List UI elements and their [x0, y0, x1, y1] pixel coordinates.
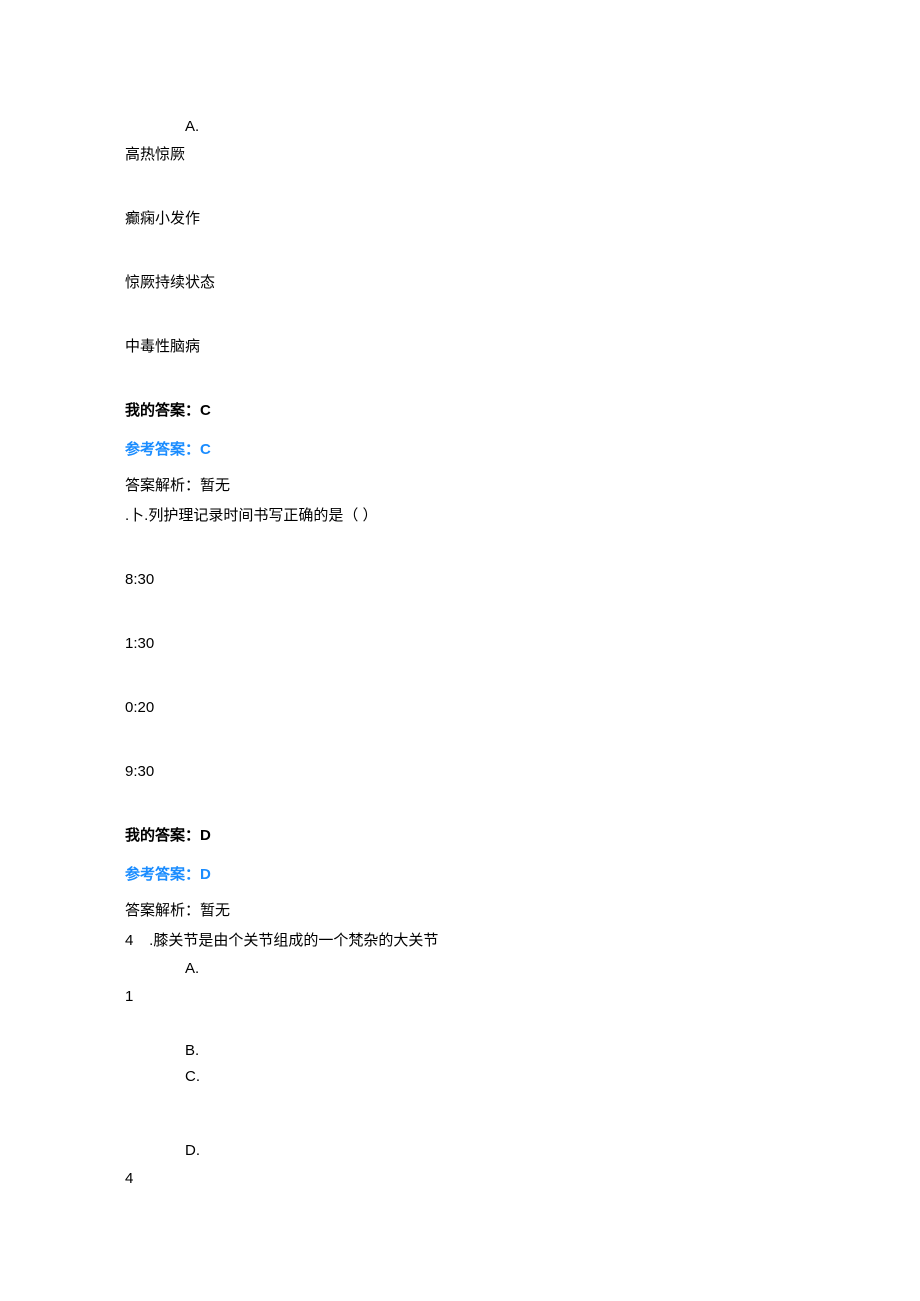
my-answer-label: 我的答案： — [125, 827, 200, 844]
q4-option-d-value: 4 — [125, 1167, 795, 1191]
q3-explain: 答案解析：暂无 — [125, 899, 795, 923]
ref-answer-letter: D — [200, 866, 211, 883]
q2-ref-answer: 参考答案：C — [125, 438, 795, 462]
q2-option-a-text: 高热惊厥 — [125, 143, 795, 167]
q4-option-letter-d: D. — [185, 1139, 795, 1163]
q4-stem-text: .膝关节是由个关节组成的一个梵杂的大关节 — [149, 932, 438, 949]
my-answer-label: 我的答案： — [125, 402, 200, 419]
q3-stem: .卜.列护理记录时间书写正确的是（ ） — [125, 504, 795, 528]
q3-option-c: 0:20 — [125, 696, 795, 720]
q2-option-b-text: 癫痫小发作 — [125, 207, 795, 231]
q2-my-answer: 我的答案：C — [125, 399, 795, 423]
q4-option-a-value: 1 — [125, 985, 795, 1009]
my-answer-letter: C — [200, 402, 211, 419]
q4-option-letter-b: B. — [185, 1039, 795, 1063]
ref-answer-letter: C — [200, 441, 211, 458]
q2-option-d-text: 中毒性脑病 — [125, 335, 795, 359]
my-answer-letter: D — [200, 827, 211, 844]
q3-option-d: 9:30 — [125, 760, 795, 784]
q4-option-letter-a: A. — [185, 957, 795, 981]
q2-explain: 答案解析：暂无 — [125, 474, 795, 498]
q4-stem-line: 4 .膝关节是由个关节组成的一个梵杂的大关节 — [125, 929, 795, 953]
q2-option-c-text: 惊厥持续状态 — [125, 271, 795, 295]
ref-answer-label: 参考答案： — [125, 866, 200, 883]
q3-my-answer: 我的答案：D — [125, 824, 795, 848]
ref-answer-label: 参考答案： — [125, 441, 200, 458]
document-page: A. 高热惊厥 癫痫小发作 惊厥持续状态 中毒性脑病 我的答案：C 参考答案：C… — [0, 0, 920, 1251]
q4-number: 4 — [125, 929, 145, 953]
q4-option-letter-c: C. — [185, 1065, 795, 1089]
q3-option-a: 8:30 — [125, 568, 795, 592]
q3-option-b: 1:30 — [125, 632, 795, 656]
option-letter-a: A. — [185, 115, 795, 139]
q3-ref-answer: 参考答案：D — [125, 863, 795, 887]
